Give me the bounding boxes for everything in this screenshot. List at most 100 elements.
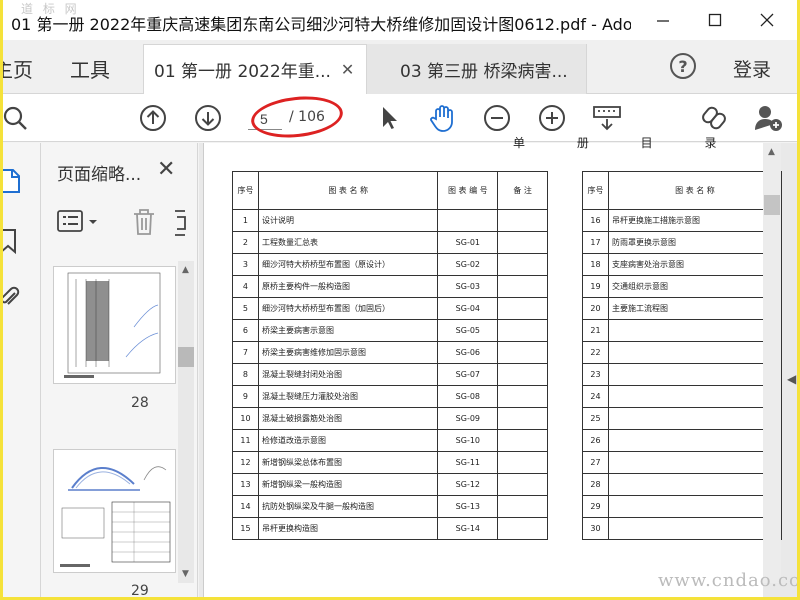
- nav-home[interactable]: 主页: [3, 54, 33, 83]
- left-icon-rail: [3, 143, 41, 597]
- minimize-button[interactable]: [643, 6, 683, 34]
- maximize-icon: [708, 13, 722, 27]
- table-cell: [437, 209, 499, 232]
- table-cell: SG-01: [437, 231, 499, 254]
- share-link-button[interactable]: [699, 102, 731, 134]
- title-bar: 01 第一册 2022年重庆高速集团东南公司细沙河特大桥维修加固设计图0612.…: [3, 0, 797, 40]
- table-cell: 原桥主要构件一般构造图: [257, 275, 439, 298]
- table-cell: 13: [232, 473, 259, 496]
- table-cell: SG-04: [437, 297, 499, 320]
- table-cell: 17: [582, 231, 609, 254]
- table-cell: 11: [232, 429, 259, 452]
- table-row: 24: [582, 385, 783, 408]
- app-window: 01 第一册 2022年重庆高速集团东南公司细沙河特大桥维修加固设计图0612.…: [0, 0, 800, 600]
- close-panel-button[interactable]: ✕: [157, 157, 175, 182]
- delete-page-button[interactable]: [131, 207, 157, 241]
- thumbnail-content: [64, 272, 161, 378]
- table-cell: [497, 253, 548, 276]
- table-cell: 吊杆更换施工措施示意图: [607, 209, 783, 232]
- table-cell: 吊杆更换构造图: [257, 517, 439, 540]
- tab-document-3[interactable]: 03 第三册 桥梁病害...: [367, 44, 587, 94]
- page-thumbnail-29[interactable]: [53, 449, 176, 573]
- add-user-button[interactable]: [753, 102, 785, 134]
- attachments-button[interactable]: [3, 283, 21, 315]
- table-cell: SG-14: [437, 517, 499, 540]
- document-scrollbar[interactable]: ▲: [763, 143, 781, 583]
- zoom-in-button[interactable]: [536, 102, 568, 134]
- close-tab-icon[interactable]: ✕: [341, 60, 354, 79]
- page-thumbnails-button[interactable]: [3, 167, 21, 199]
- thumbnail-scroll-thumb[interactable]: [178, 347, 194, 367]
- table-cell: 新增钢纵梁总体布置图: [257, 451, 439, 474]
- index-table-right: 序号 图 表 名 称 16 吊杆更换施工措施示意图 17 防雨罩更换示意图 18 支座病害…: [582, 171, 783, 540]
- table-cell: 8: [232, 363, 259, 386]
- header-cell: 图 表 编 号: [437, 171, 499, 210]
- close-icon: [760, 13, 774, 27]
- maximize-button[interactable]: [695, 6, 735, 34]
- tab-label: 03 第三册 桥梁病害...: [400, 61, 568, 82]
- table-row: 18 支座病害处治示意图: [582, 253, 783, 276]
- table-cell: 防雨罩更换示意图: [607, 231, 783, 254]
- prev-page-button[interactable]: [137, 102, 169, 134]
- table-cell: SG-12: [437, 473, 499, 496]
- link-cloud-icon: [702, 106, 726, 130]
- scroll-up-icon[interactable]: ▲: [768, 147, 775, 157]
- zoom-out-button[interactable]: [481, 102, 513, 134]
- table-cell: 设计说明: [257, 209, 439, 232]
- bookmarks-button[interactable]: [3, 227, 21, 259]
- scroll-down-icon[interactable]: ▼: [182, 569, 189, 579]
- cursor-arrow-icon: [383, 107, 397, 129]
- table-cell: [497, 341, 548, 364]
- table-cell: [497, 363, 548, 386]
- nav-tools[interactable]: 工具: [70, 54, 110, 83]
- table-cell: 5: [232, 297, 259, 320]
- document-scroll-thumb[interactable]: [764, 195, 780, 215]
- table-cell: 23: [582, 363, 609, 386]
- table-row: 26: [582, 429, 783, 452]
- help-icon[interactable]: ?: [670, 53, 696, 79]
- page-thumbnail-28[interactable]: [53, 266, 176, 384]
- table-cell: [497, 231, 548, 254]
- search-icon: [3, 106, 27, 130]
- scroll-up-icon[interactable]: ▲: [182, 265, 189, 275]
- table-row: 9 混凝土裂缝压力灌胶处治图 SG-08: [232, 385, 548, 408]
- close-window-button[interactable]: [747, 6, 787, 34]
- table-header-row: 序号 图 表 名 称: [582, 171, 783, 210]
- table-row: 1 设计说明: [232, 209, 548, 232]
- table-cell: 26: [582, 429, 609, 452]
- page-heading: 单 册 目 录: [513, 136, 741, 150]
- table-cell: 桥梁主要病害示意图: [257, 319, 439, 342]
- extract-page-button[interactable]: [173, 209, 187, 241]
- table-row: 29: [582, 495, 783, 518]
- table-cell: 22: [582, 341, 609, 364]
- search-button[interactable]: [3, 102, 31, 134]
- table-row: 5 细沙河特大桥桥型布置图（加固后） SG-04: [232, 297, 548, 320]
- table-cell: 混凝土裂缝封闭处治图: [257, 363, 439, 386]
- panel-expand-right-icon[interactable]: ◀: [787, 372, 796, 386]
- select-tool-button[interactable]: [373, 102, 405, 134]
- table-cell: SG-08: [437, 385, 499, 408]
- table-cell: 1: [232, 209, 259, 232]
- table-cell: 28: [582, 473, 609, 496]
- extract-icon: [175, 210, 186, 236]
- next-page-button[interactable]: [192, 102, 224, 134]
- table-cell: SG-06: [437, 341, 499, 364]
- page-display-button[interactable]: [591, 102, 623, 134]
- arrow-down-circle-icon: [195, 105, 221, 131]
- table-cell: [607, 407, 783, 430]
- tab-document-1[interactable]: 01 第一册 2022年重... ✕: [143, 44, 367, 94]
- table-header-row: 序号 图 表 名 称 图 表 编 号 备 注: [232, 171, 548, 210]
- options-menu-button[interactable]: [57, 207, 101, 241]
- table-cell: [607, 495, 783, 518]
- index-table-left: 序号 图 表 名 称 图 表 编 号 备 注 1 设计说明 2 工程数量汇总表 SG-0…: [232, 171, 548, 540]
- thumbnail-scrollbar[interactable]: ▲ ▼: [178, 261, 194, 583]
- list-options-icon: [57, 210, 97, 232]
- arrow-up-circle-icon: [140, 105, 166, 131]
- thumbnail-page-label: 28: [131, 395, 149, 411]
- header-cell: 序号: [232, 171, 259, 210]
- table-cell: SG-11: [437, 451, 499, 474]
- hand-tool-button[interactable]: [427, 102, 459, 134]
- header-cell: 备 注: [497, 171, 548, 210]
- table-row: 16 吊杆更换施工措施示意图: [582, 209, 783, 232]
- login-button[interactable]: 登录: [733, 55, 771, 82]
